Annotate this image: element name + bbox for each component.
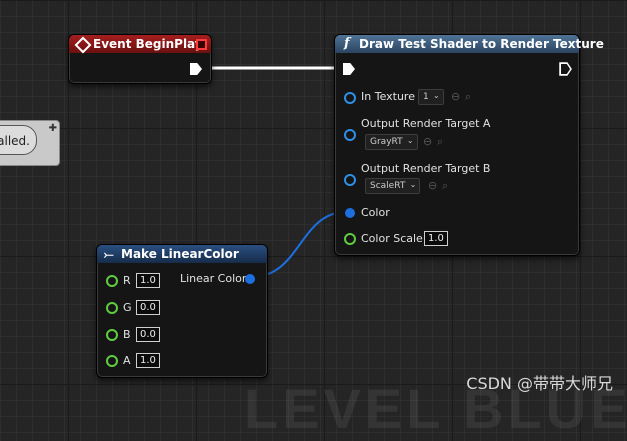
event-node-title: Event BeginPlay (93, 37, 203, 51)
output-target-a-value: GrayRT (370, 137, 403, 147)
output-target-a-label: Output Render Target A (361, 117, 491, 130)
b-input-label: B (123, 328, 131, 341)
in-texture-dropdown[interactable]: 1 ⌄ (418, 89, 444, 105)
r-input-field[interactable]: 1.0 (136, 273, 160, 288)
output-target-b-label: Output Render Target B (361, 162, 491, 175)
in-texture-label: In Texture (361, 90, 415, 103)
function-node-title: Draw Test Shader to Render Texture (359, 37, 604, 51)
b-input-field[interactable]: 0.0 (136, 327, 160, 342)
function-icon: f (344, 36, 350, 51)
make-struct-icon: ⤚ (104, 247, 114, 261)
linear-color-output-label: Linear Color (180, 272, 247, 285)
in-texture-pin[interactable] (344, 92, 356, 104)
event-diamond-icon (74, 36, 92, 54)
g-input-field[interactable]: 0.0 (136, 300, 160, 315)
make-color-node-header: ⤚ Make LinearColor (97, 245, 267, 263)
color-pin[interactable] (345, 208, 355, 218)
output-target-b-pin[interactable] (344, 174, 356, 186)
use-asset-icon[interactable]: ⊖ (428, 180, 437, 191)
event-beginplay-node[interactable]: Event BeginPlay (68, 34, 212, 84)
a-input-label: A (123, 354, 131, 367)
csdn-credit: CSDN @带带大师兄 (466, 374, 613, 393)
r-input-pin[interactable] (106, 275, 118, 287)
event-node-header: Event BeginPlay (69, 35, 211, 54)
exec-in-pin[interactable] (343, 63, 355, 75)
color-label: Color (361, 206, 390, 219)
make-linearcolor-node[interactable]: ⤚ Make LinearColor Linear Color R 1.0 G … (96, 244, 268, 378)
linear-color-output-pin[interactable] (245, 274, 255, 284)
in-texture-value: 1 (423, 92, 429, 102)
use-asset-icon[interactable]: ⊖ (423, 136, 432, 147)
color-scale-pin[interactable] (344, 233, 356, 245)
color-scale-input[interactable]: 1.0 (424, 231, 448, 246)
output-target-b-dropdown[interactable]: ScaleRT ⌄ (365, 178, 421, 194)
r-input-label: R (123, 274, 131, 287)
chevron-down-icon: ⌄ (433, 91, 440, 100)
output-target-a-pin[interactable] (344, 129, 356, 141)
use-asset-icon[interactable]: ⊖ (451, 91, 460, 102)
chevron-down-icon: ⌄ (406, 136, 414, 145)
comment-bubble: alled. (0, 125, 37, 155)
exec-out-outline-icon (559, 62, 572, 76)
browse-search-icon[interactable]: ⌕ (442, 180, 448, 191)
function-node-header: f Draw Test Shader to Render Texture (335, 35, 604, 53)
browse-search-icon[interactable]: ⌕ (437, 136, 443, 147)
a-input-pin[interactable] (106, 355, 118, 367)
make-color-node-title: Make LinearColor (121, 247, 239, 261)
exec-out-pin[interactable] (190, 63, 202, 75)
a-input-field[interactable]: 1.0 (136, 353, 160, 368)
delegate-pin-icon[interactable] (196, 39, 207, 50)
browse-search-icon[interactable]: ⌕ (465, 91, 471, 102)
b-input-pin[interactable] (106, 329, 118, 341)
partial-comment-node[interactable]: alled. ✚ (0, 120, 60, 166)
color-scale-label: Color Scale (361, 232, 423, 245)
g-input-pin[interactable] (106, 302, 118, 314)
output-target-b-value: ScaleRT (370, 181, 406, 191)
draw-test-shader-node[interactable]: f Draw Test Shader to Render Texture In … (334, 34, 604, 256)
g-input-label: G (123, 301, 132, 314)
chevron-down-icon: ⌄ (409, 180, 417, 189)
output-target-a-dropdown[interactable]: GrayRT ⌄ (365, 134, 418, 150)
pin-icon[interactable]: ✚ (49, 123, 57, 134)
